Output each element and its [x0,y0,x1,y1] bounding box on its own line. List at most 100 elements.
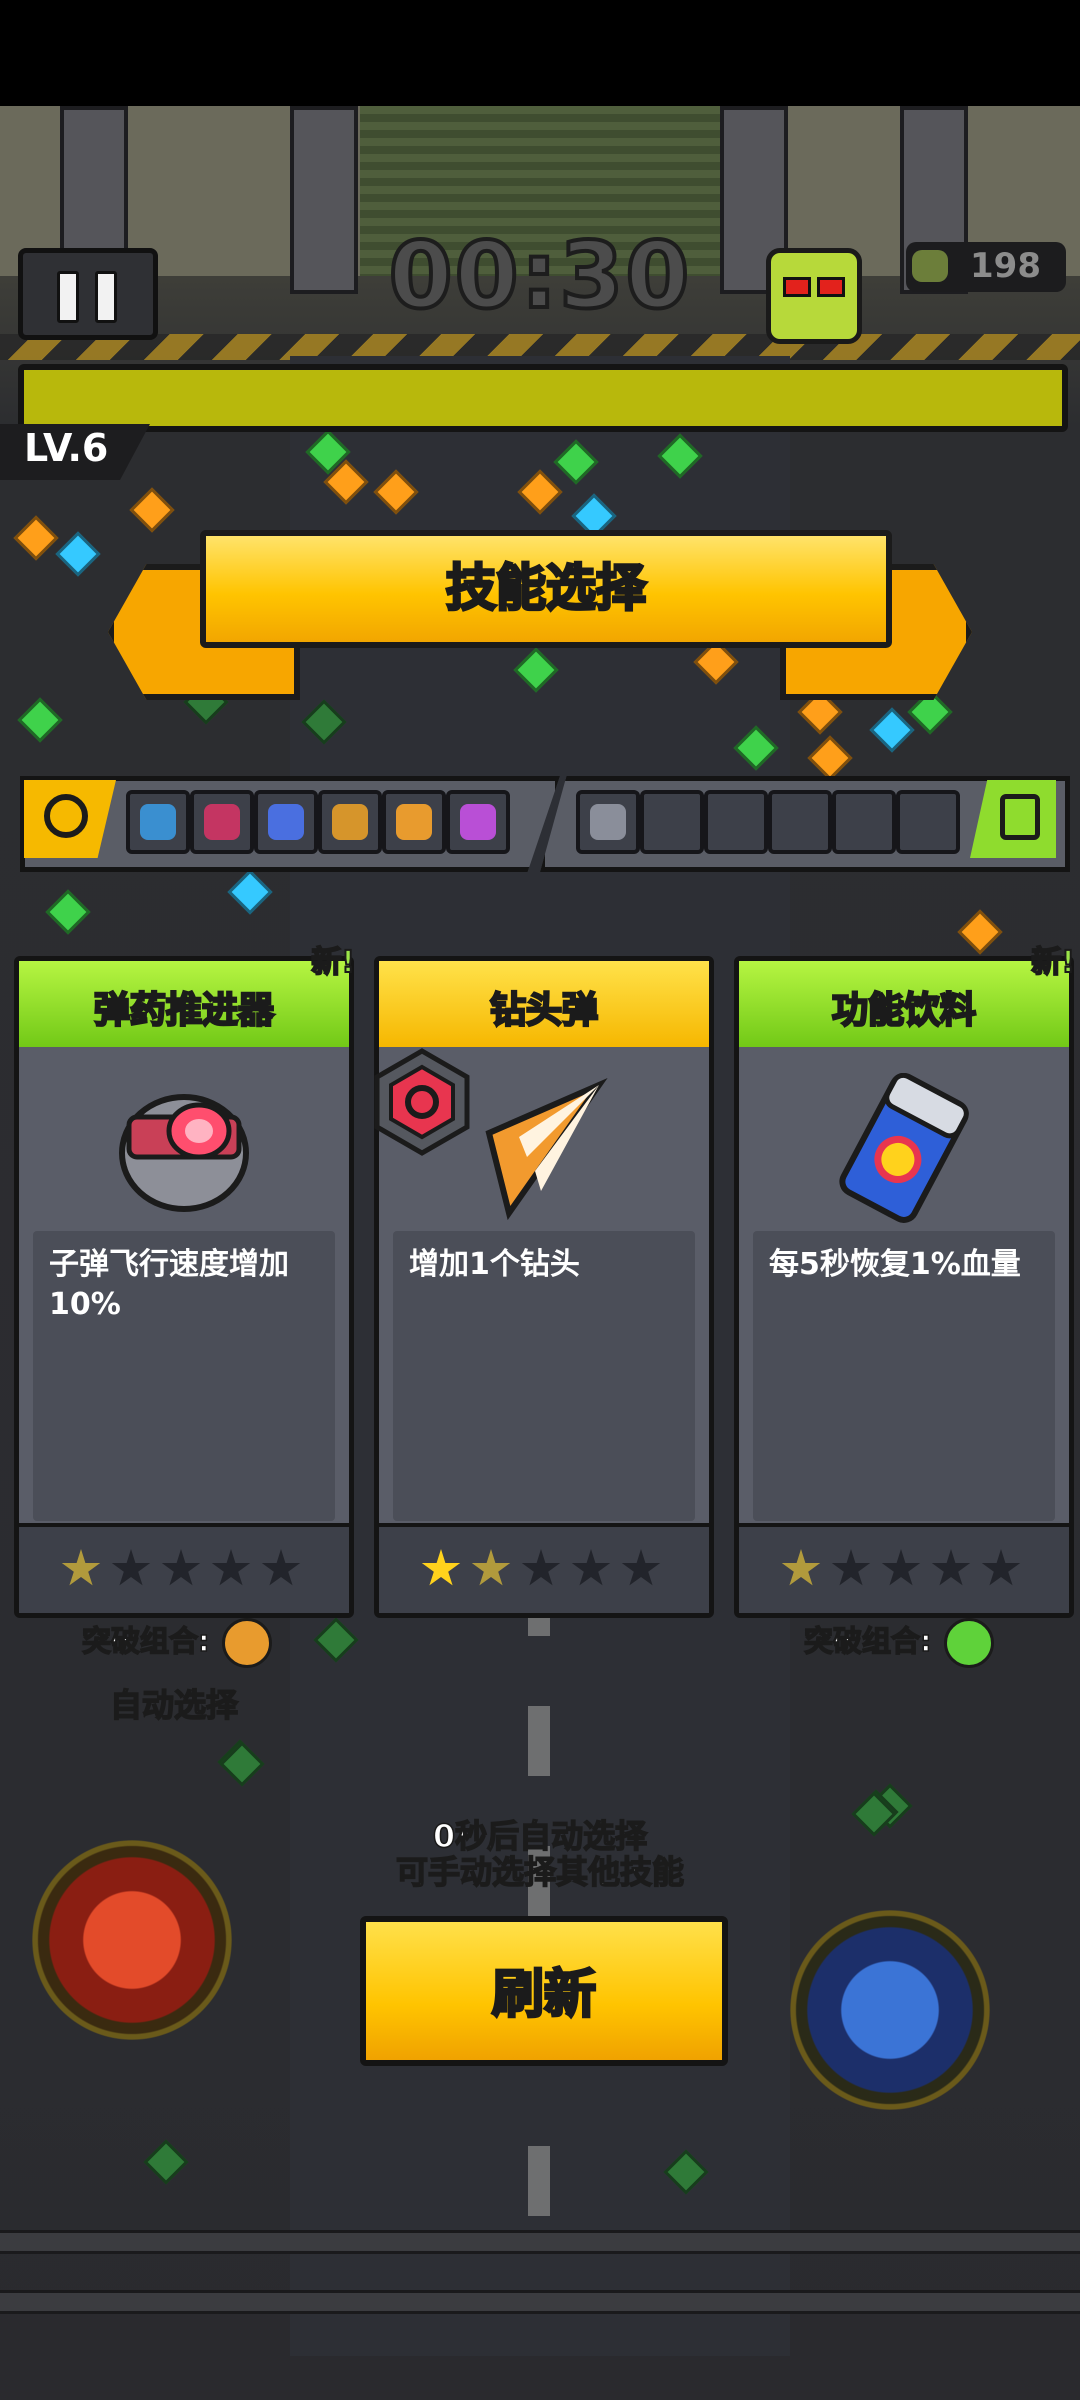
star-icon [471,1549,511,1586]
xp-gem [957,909,1003,955]
crystal-skill-button[interactable] [790,1910,990,2110]
star-icon [571,1549,611,1586]
skill-slot [382,790,446,854]
card-title: 功能饮料 [831,989,978,1033]
skill-slot [254,790,318,854]
xp-bar [18,364,1068,432]
auto-select-button[interactable]: 自动选择 [109,1680,239,1726]
card-description-box: 每5秒恢复1%血量 [753,1231,1055,1521]
lane-marking [528,1706,550,1776]
star-icon [211,1549,251,1586]
pot-icon [332,804,368,840]
banner-plate: 技能选择 [200,530,892,648]
star-icon [261,1549,301,1586]
card-header: 钻头弹 [379,961,709,1047]
drill-icon [222,1618,272,1668]
xp-gem [143,2139,189,2185]
new-tag: 新! [1030,944,1076,981]
refresh-label: 刷新 [490,1964,597,2027]
star-icon [831,1549,871,1586]
acorn-skill-button[interactable] [32,1840,232,2040]
boss-eye [817,277,845,297]
wand-icon [140,804,176,840]
card-description-box: 增加1个钻头 [393,1231,695,1521]
new-tag: 新! [310,944,356,981]
skill-slot [576,790,640,854]
skull-icon [912,250,948,282]
xp-gem [129,487,175,533]
empty-skill-slot [768,790,832,854]
skill-slot [126,790,190,854]
kill-counter: 198 [906,242,1066,292]
lane-marking [528,2146,550,2216]
boss-eye [783,277,811,297]
skill-slot-bar [20,776,1070,872]
card-description: 每5秒恢复1%血量 [769,1247,1021,1282]
card-description: 子弹飞行速度增加10% [49,1247,289,1322]
star-icon [421,1549,461,1586]
guard-rail [0,2290,1080,2314]
skill-slot [446,790,510,854]
skill-card-energy-drink[interactable]: 功能饮料 新! 每5秒恢复1%血量 [734,944,1076,1618]
star-icon [111,1549,151,1586]
card-header: 弹药推进器 [19,961,349,1047]
combo-label: 突破组合: [803,1623,932,1659]
star-rating [19,1523,349,1613]
skill-slot [318,790,382,854]
kill-count: 198 [970,246,1041,286]
skill-slot [190,790,254,854]
timer: 00:30 [387,220,692,331]
energy-drink-icon [839,1073,969,1223]
star-icon [981,1549,1021,1586]
boss-icon [766,248,862,344]
xp-gem [45,889,91,935]
card-title: 弹药推进器 [93,989,276,1033]
card-description: 增加1个钻头 [409,1247,580,1282]
xp-gem [869,707,915,753]
notice-line-1: 0秒后自动选择 [432,1817,648,1855]
xp-gem [55,531,101,577]
star-icon [161,1549,201,1586]
xp-gem [17,697,63,743]
xp-gem [807,735,853,781]
guard-rail [0,2230,1080,2254]
crystal-icon [268,804,304,840]
pause-button[interactable] [18,248,158,340]
drill-icon [396,804,432,840]
auto-select-notice: 0秒后自动选择 可手动选择其他技能 [340,1817,740,1891]
star-icon [621,1549,661,1586]
banner-title: 技能选择 [445,558,648,619]
card-description-box: 子弹飞行速度增加10% [33,1231,335,1521]
empty-skill-slot [832,790,896,854]
star-icon [781,1549,821,1586]
skill-select-banner: 技能选择 [108,530,972,700]
skill-card-ammo-thruster[interactable]: 弹药推进器 新! 子弹飞行速度增加10% [14,944,356,1618]
pause-icon [57,271,79,323]
skill-card-drill-bullet[interactable]: 钻头弹 增加1个钻头 [374,956,714,1618]
empty-skill-slot [896,790,960,854]
star-rating [379,1523,709,1613]
xp-gem [219,1741,265,1787]
thruster-icon [119,1094,249,1212]
empty-skill-slot [704,790,768,854]
boot-icon [590,804,626,840]
card-title: 钻头弹 [489,989,600,1033]
steel-pillar [290,106,358,294]
star-icon [61,1549,101,1586]
card-header: 功能饮料 [739,961,1069,1047]
drill-icon [485,1077,608,1221]
star-icon [931,1549,971,1586]
xp-gem [13,515,59,561]
refresh-button[interactable]: 刷新 [360,1916,728,2066]
pause-icon [95,271,117,323]
empty-skill-slot [640,790,704,854]
notice-line-2: 可手动选择其他技能 [395,1853,685,1891]
combo-label: 突破组合: [81,1623,210,1659]
star-icon [881,1549,921,1586]
level-label: LV.6 [24,426,109,470]
xp-gem [227,869,273,915]
green-orb-icon [944,1618,994,1668]
star-rating [739,1523,1069,1613]
dragon-icon [204,804,240,840]
star-icon [521,1549,561,1586]
